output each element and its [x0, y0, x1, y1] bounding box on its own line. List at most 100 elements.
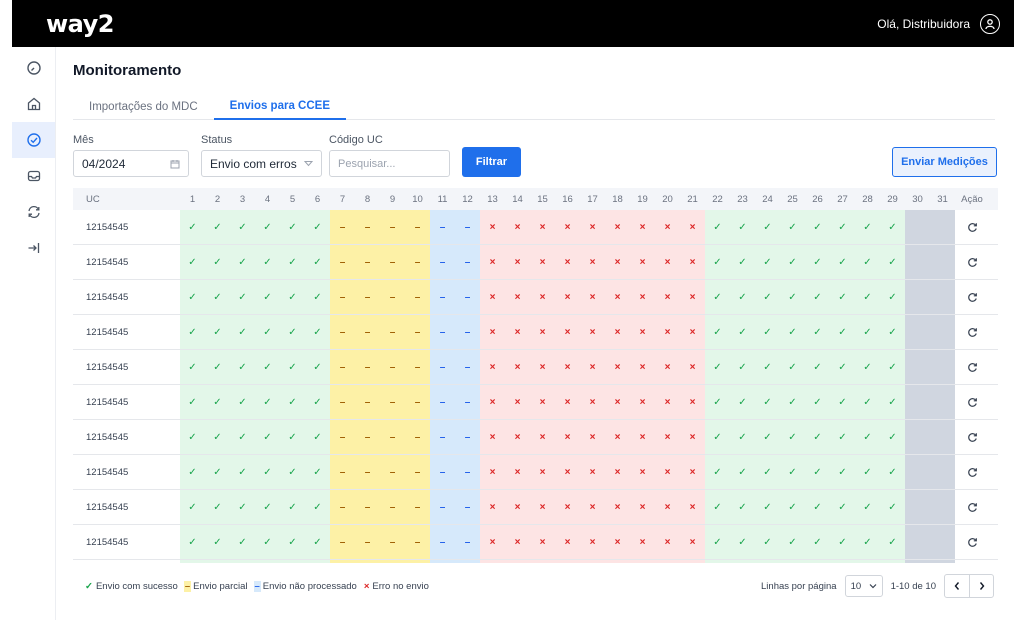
- sidebar-item-inbox[interactable]: [12, 158, 55, 194]
- status-cell-err: ×: [589, 397, 596, 408]
- status-cell-ok: ✓: [863, 432, 872, 443]
- status-cell-ok: ✓: [763, 467, 772, 478]
- resend-button[interactable]: [955, 245, 989, 280]
- status-cell-err: ×: [689, 257, 696, 268]
- day-header: 11: [437, 193, 448, 205]
- resend-button[interactable]: [955, 420, 989, 455]
- status-cell-ok: ✓: [763, 362, 772, 373]
- status-cell-np: –: [464, 327, 471, 338]
- main-area: Monitoramento Importações do MDC Envios …: [56, 47, 1014, 620]
- legend-label: Envio não processado: [262, 580, 357, 592]
- resend-button[interactable]: [955, 490, 989, 525]
- status-cell-ok: ✓: [813, 222, 822, 233]
- resend-icon: [967, 223, 977, 232]
- resend-button[interactable]: [955, 315, 989, 350]
- resend-button[interactable]: [955, 455, 989, 490]
- status-cell-ok: ✓: [813, 432, 822, 443]
- uc-cell: 12154545: [86, 292, 129, 303]
- legend-item-np: – Envio não processado: [253, 580, 357, 592]
- sidebar-item-sync[interactable]: [12, 194, 55, 230]
- status-cell-partial: –: [389, 222, 396, 233]
- status-cell-err: ×: [589, 502, 596, 513]
- status-cell-ok: ✓: [813, 537, 822, 548]
- tab-envios[interactable]: Envios para CCEE: [213, 94, 346, 120]
- prev-page-button[interactable]: [945, 575, 969, 597]
- status-cell-ok: ✓: [863, 537, 872, 548]
- status-cell-err: ×: [664, 397, 671, 408]
- rows-per-page-select[interactable]: 10: [844, 575, 883, 597]
- status-cell-ok: ✓: [188, 432, 197, 443]
- status-cell-err: ×: [564, 362, 571, 373]
- rows-per-page-value: 10: [850, 580, 862, 592]
- month-field[interactable]: 04/2024: [73, 150, 189, 177]
- legend-label: Erro no envio: [372, 580, 429, 592]
- status-cell-np: –: [464, 432, 471, 443]
- status-cell-err: ×: [514, 362, 521, 373]
- status-cell-err: ×: [689, 502, 696, 513]
- resend-icon: [967, 328, 977, 337]
- status-cell-ok: ✓: [288, 327, 297, 338]
- status-cell-ok: ✓: [288, 292, 297, 303]
- status-cell-err: ×: [614, 397, 621, 408]
- sidebar-item-logout[interactable]: [12, 230, 55, 266]
- status-cell-ok: ✓: [863, 222, 872, 233]
- status-select[interactable]: Envio com erros: [201, 150, 322, 177]
- resend-button[interactable]: [955, 280, 989, 315]
- next-page-button[interactable]: [969, 575, 993, 597]
- user-circle-icon[interactable]: [980, 13, 1000, 34]
- status-cell-np: –: [439, 397, 446, 408]
- user-menu[interactable]: Olá, Distribuidora: [877, 13, 1000, 34]
- status-cell-partial: –: [364, 257, 371, 268]
- status-cell-ok: ✓: [713, 327, 722, 338]
- resend-button[interactable]: [955, 350, 989, 385]
- status-cell-ok: ✓: [763, 292, 772, 303]
- chevron-right-icon: [979, 582, 984, 590]
- status-cell-err: ×: [689, 537, 696, 548]
- uc-cell: 12154545: [86, 257, 129, 268]
- status-cell-err: ×: [689, 327, 696, 338]
- resend-button[interactable]: [955, 210, 989, 245]
- day-header: 9: [389, 193, 396, 205]
- tab-importacoes[interactable]: Importações do MDC: [73, 94, 214, 120]
- status-cell-err: ×: [664, 467, 671, 478]
- status-cell-ok: ✓: [213, 292, 222, 303]
- status-cell-err: ×: [664, 327, 671, 338]
- day-header: 7: [339, 193, 346, 205]
- send-measurements-button[interactable]: Enviar Medições: [892, 147, 997, 177]
- day-header: 1: [189, 193, 196, 205]
- status-cell-ok: ✓: [738, 292, 747, 303]
- status-band-none: [905, 210, 955, 563]
- status-cell-err: ×: [664, 292, 671, 303]
- status-cell-err: ×: [664, 432, 671, 443]
- status-cell-ok: ✓: [738, 537, 747, 548]
- sidebar-item-dashboard[interactable]: [12, 50, 55, 86]
- status-cell-err: ×: [539, 537, 546, 548]
- legend-label: Envio com sucesso: [95, 580, 178, 592]
- sidebar-item-monitoring[interactable]: [12, 122, 55, 158]
- status-cell-err: ×: [539, 362, 546, 373]
- status-cell-err: ×: [664, 222, 671, 233]
- status-cell-ok: ✓: [288, 537, 297, 548]
- status-cell-ok: ✓: [838, 222, 847, 233]
- status-cell-err: ×: [514, 327, 521, 338]
- filter-button[interactable]: Filtrar: [462, 147, 521, 177]
- status-cell-np: –: [464, 292, 471, 303]
- day-header: 16: [562, 193, 573, 205]
- day-header: 3: [239, 193, 246, 205]
- uc-search-input[interactable]: Pesquisar...: [329, 150, 450, 177]
- sidebar-item-home[interactable]: [12, 86, 55, 122]
- status-cell-ok: ✓: [263, 362, 272, 373]
- resend-button[interactable]: [955, 385, 989, 420]
- legend-item-ok: ✓ Envio com sucesso: [84, 581, 178, 592]
- greeting: Olá, Distribuidora: [877, 16, 970, 31]
- check-circle-icon: [26, 133, 41, 147]
- status-cell-ok: ✓: [288, 222, 297, 233]
- day-header: 25: [787, 193, 798, 205]
- status-cell-ok: ✓: [888, 467, 897, 478]
- status-cell-ok: ✓: [838, 362, 847, 373]
- status-cell-ok: ✓: [888, 432, 897, 443]
- resend-button[interactable]: [955, 525, 989, 560]
- status-cell-ok: ✓: [238, 362, 247, 373]
- day-header: 31: [937, 193, 948, 205]
- status-cell-err: ×: [514, 537, 521, 548]
